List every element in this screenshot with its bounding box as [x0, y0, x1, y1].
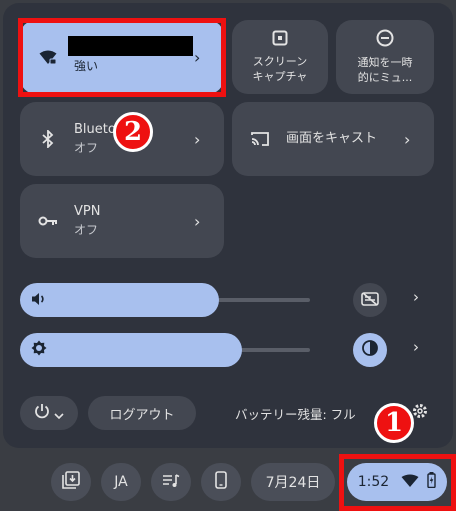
date-label: 7月24日	[265, 475, 321, 491]
ime-button[interactable]: JA	[101, 463, 141, 501]
do-not-disturb-icon	[376, 29, 394, 51]
chevron-right-icon: ›	[194, 47, 201, 67]
quick-settings-panel: 強い › スクリーン キャプチャ 通知を一時 的にミュ... Bluetooth…	[3, 3, 453, 448]
redacted-network-name	[68, 36, 193, 56]
battery-status: バッテリー残量: フル	[235, 407, 356, 422]
cast-tile[interactable]: 画面をキャスト ›	[232, 102, 434, 176]
phone-hub-icon	[215, 471, 227, 493]
volume-slider[interactable]	[20, 283, 219, 317]
vpn-status: オフ	[74, 223, 99, 237]
wifi-icon	[401, 473, 419, 492]
playlist-icon	[162, 473, 180, 492]
display-settings-chevron[interactable]: ›	[413, 338, 419, 356]
holding-space-button[interactable]	[51, 463, 91, 501]
volume-icon	[31, 291, 47, 310]
badge-number-1: 1	[384, 408, 404, 438]
power-menu-button[interactable]	[20, 396, 78, 430]
bluetooth-icon	[38, 129, 58, 149]
dark-theme-icon	[362, 340, 378, 360]
chevron-right-icon: ›	[194, 211, 201, 231]
ime-label: JA	[114, 474, 128, 490]
screen-capture-tile[interactable]: スクリーン キャプチャ	[232, 20, 328, 94]
network-tile[interactable]: 強い ›	[20, 20, 224, 94]
live-caption-toggle[interactable]	[353, 283, 387, 317]
brightness-icon	[31, 340, 47, 360]
network-signal-status: 強い	[74, 59, 99, 73]
cast-icon	[250, 129, 270, 149]
chevron-right-icon: ›	[194, 129, 201, 149]
vpn-tile[interactable]: VPN オフ ›	[20, 184, 224, 258]
media-controls-button[interactable]	[151, 463, 191, 501]
annotation-badge-1: 1	[374, 403, 414, 443]
power-icon	[34, 403, 50, 423]
phone-hub-button[interactable]	[201, 463, 241, 501]
chevron-down-icon	[54, 404, 64, 423]
logout-button[interactable]: ログアウト	[88, 396, 196, 430]
screen-capture-label-1: スクリーン	[252, 55, 308, 68]
time-label: 1:52	[357, 474, 390, 490]
date-tray-button[interactable]: 7月24日	[251, 463, 335, 501]
logout-label: ログアウト	[109, 407, 175, 423]
badge-number-2: 2	[123, 117, 143, 147]
hide-captions-icon	[361, 291, 379, 310]
vpn-key-icon	[38, 211, 58, 231]
screen-capture-label-2: キャプチャ	[252, 70, 308, 83]
volume-settings-chevron[interactable]: ›	[413, 288, 419, 306]
wifi-locked-icon	[38, 47, 58, 67]
brightness-slider[interactable]	[20, 333, 242, 367]
dark-theme-toggle[interactable]	[353, 333, 387, 367]
cast-tile-texts: 画面をキャスト	[286, 131, 404, 147]
system-tray-button[interactable]: 1:52	[347, 463, 447, 501]
vpn-title: VPN	[74, 204, 101, 219]
vpn-tile-texts: VPN オフ	[74, 204, 194, 238]
battery-icon	[427, 472, 436, 492]
downloads-icon	[62, 471, 80, 493]
notification-mute-tile[interactable]: 通知を一時 的にミュ...	[336, 20, 434, 94]
notification-mute-label-2: 的にミュ...	[357, 71, 413, 84]
annotation-badge-2: 2	[113, 112, 153, 152]
notification-mute-label-1: 通知を一時	[357, 56, 413, 69]
settings-icon	[412, 403, 428, 423]
chevron-right-icon: ›	[404, 129, 411, 149]
cast-title: 画面をキャスト	[286, 131, 378, 146]
screen-capture-icon	[272, 30, 288, 50]
